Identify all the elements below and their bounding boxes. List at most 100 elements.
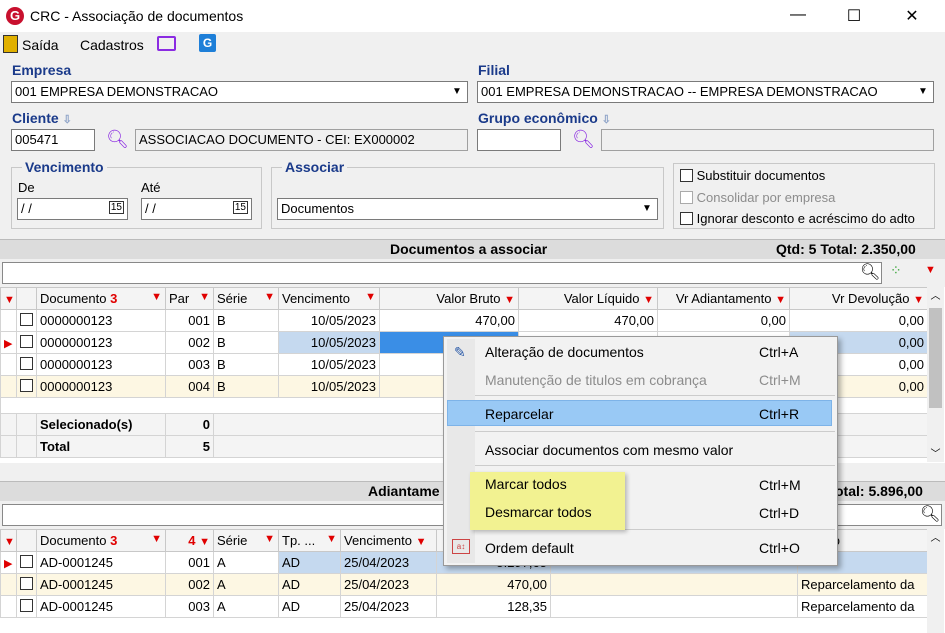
header-documento[interactable]: Documento 3 ▼ (36, 529, 166, 552)
replace-docs-label: Substituir documentos (696, 168, 826, 183)
row-checkbox-cell[interactable] (16, 595, 37, 618)
filter-icon[interactable]: ▼ (775, 294, 786, 306)
menu-registers[interactable]: Cadastros (80, 37, 144, 53)
header-menu[interactable]: ▼ (0, 529, 17, 552)
row-checkbox[interactable] (20, 378, 33, 392)
header-tp[interactable]: Tp. ... ▼ (278, 529, 341, 552)
filter-icon[interactable]: ▼ (365, 291, 376, 303)
chevron-down-icon[interactable]: ▼ (448, 83, 466, 101)
filter-icon[interactable]: ▼ (264, 291, 275, 303)
search-icon[interactable]: 🔍︎ (106, 129, 129, 150)
ctx-item-label[interactable]: Alteração de documentos (485, 344, 644, 360)
ctx-item-label[interactable]: Ordem default (485, 540, 574, 556)
scroll-down-icon[interactable]: ﹀ (927, 445, 944, 460)
filter-icon[interactable]: ▼ (326, 533, 337, 545)
menu-arrow-icon[interactable]: ▼ (4, 536, 15, 548)
row-checkbox-cell[interactable] (16, 331, 37, 354)
header-vr-adiantamento[interactable]: Vr Adiantamento ▼ (657, 287, 790, 310)
header-par[interactable]: 4 ▼ (165, 529, 214, 552)
row-checkbox[interactable] (20, 554, 33, 568)
header-valor-liquido[interactable]: Valor Líquido ▼ (518, 287, 658, 310)
row-checkbox-cell[interactable] (16, 551, 37, 574)
table-row[interactable]: AD-0001245 002 A AD 25/04/2023 470,00 Reparce… (0, 573, 928, 596)
ctx-item-label[interactable]: Reparcelar (485, 406, 553, 422)
row-checkbox[interactable] (20, 576, 33, 590)
header-serie[interactable]: Série ▼ (213, 529, 279, 552)
search-icon[interactable]: 🔍︎ (860, 262, 880, 282)
header-menu[interactable]: ▼ (0, 287, 17, 310)
ctx-item-desmarcar-todos[interactable]: Desmarcar todos (485, 504, 592, 520)
associate-select[interactable]: Documentos ▼ (277, 198, 658, 220)
ctx-item-label[interactable]: Associar documentos com mesmo valor (485, 442, 733, 458)
from-date-input[interactable]: / / 15 (17, 198, 128, 220)
cell-observacao: Reparcelamento da (797, 595, 928, 618)
header-label: Documento (40, 291, 107, 306)
scroll-up-icon[interactable]: ︿ (927, 529, 944, 544)
maximize-button[interactable]: ☐ (842, 6, 866, 26)
summary-cell (16, 413, 37, 436)
g-app-icon[interactable]: G (199, 34, 216, 52)
exit-door-icon[interactable] (3, 35, 18, 53)
filter-icon[interactable]: ▼ (643, 294, 654, 306)
row-checkbox-cell[interactable] (16, 573, 37, 596)
header-valor-bruto[interactable]: Valor Bruto ▼ (379, 287, 519, 310)
scroll-thumb[interactable] (929, 308, 942, 408)
menu-exit[interactable]: Saída (22, 37, 59, 53)
row-checkbox-cell[interactable] (16, 353, 37, 376)
chevron-down-icon[interactable]: ▼ (638, 200, 656, 218)
row-checkbox-cell[interactable] (16, 309, 37, 332)
group-code-input[interactable] (477, 129, 561, 151)
menu-arrow-icon[interactable]: ▼ (4, 294, 15, 306)
company-select[interactable]: 001 EMPRESA DEMONSTRACAO ▼ (11, 81, 468, 103)
minimize-button[interactable]: — (786, 6, 810, 24)
header-par[interactable]: Par ▼ (165, 287, 214, 310)
header-serie[interactable]: Série ▼ (213, 287, 279, 310)
ignore-discount-option[interactable]: Ignorar desconto e acréscimo do adto (680, 211, 915, 226)
filter-icon[interactable]: ▼ (199, 536, 210, 548)
row-checkbox[interactable] (20, 598, 33, 612)
calendar-icon[interactable]: 15 (232, 201, 248, 214)
ignore-discount-checkbox[interactable] (680, 212, 693, 225)
filter-icon[interactable]: ▼ (264, 533, 275, 545)
row-checkbox[interactable] (20, 334, 33, 348)
docs-filter-input[interactable] (2, 262, 882, 284)
filter-icon[interactable]: ▼ (151, 533, 162, 545)
docs-scrollbar[interactable]: ︿ ﹀ (927, 287, 944, 462)
search-icon[interactable]: 🔍︎ (572, 129, 595, 150)
search-icon[interactable]: 🔍︎ (920, 504, 940, 524)
header-vencimento[interactable]: Vencimento ▼ (340, 529, 437, 552)
header-documento[interactable]: Documento 3 ▼ (36, 287, 166, 310)
calendar-icon[interactable]: 15 (108, 201, 124, 214)
table-row[interactable]: 0000000123 001 B 10/05/2023 470,00 470,00 0,0… (0, 309, 928, 332)
row-checkbox[interactable] (20, 356, 33, 370)
ctx-item-marcar-todos[interactable]: Marcar todos (485, 476, 567, 492)
row-checkbox[interactable] (20, 312, 33, 326)
current-row-arrow-icon: ▶ (4, 558, 13, 570)
branch-select[interactable]: 001 EMPRESA DEMONSTRACAO -- EMPRESA DEMO… (477, 81, 934, 103)
row-indicator (0, 309, 17, 332)
header-vr-devolucao[interactable]: Vr Devolução ▼ (789, 287, 928, 310)
table-row[interactable]: AD-0001245 003 A AD 25/04/2023 128,35 Reparce… (0, 595, 928, 618)
ctx-item-shortcut: Ctrl+O (759, 540, 800, 556)
monitor-icon[interactable] (157, 36, 176, 51)
cell-valor-liquido: 470,00 (518, 309, 658, 332)
close-button[interactable]: ✕ (900, 6, 924, 26)
filter-icon[interactable]: ▼ (913, 294, 924, 306)
row-indicator (0, 573, 17, 596)
filter-icon[interactable]: ▼ (504, 294, 515, 306)
scroll-up-icon[interactable]: ︿ (927, 287, 944, 302)
filter-icon[interactable]: ▼ (151, 291, 162, 303)
filter-icon[interactable]: ▼ (416, 536, 427, 548)
header-vencimento[interactable]: Vencimento ▼ (278, 287, 380, 310)
replace-docs-option[interactable]: Substituir documentos (680, 168, 825, 183)
expand-icon[interactable]: ⁘ (890, 262, 902, 279)
filter-icon[interactable]: ▼ (199, 291, 210, 303)
menu-arrow-icon[interactable]: ▼ (925, 264, 936, 276)
header-label: Par (169, 291, 190, 306)
client-code-input[interactable]: 005471 (11, 129, 95, 151)
chevron-down-icon[interactable]: ▼ (914, 83, 932, 101)
replace-docs-checkbox[interactable] (680, 169, 693, 182)
row-checkbox-cell[interactable] (16, 375, 37, 398)
adv-scrollbar[interactable]: ︿ (927, 529, 944, 633)
to-date-input[interactable]: / / 15 (141, 198, 252, 220)
